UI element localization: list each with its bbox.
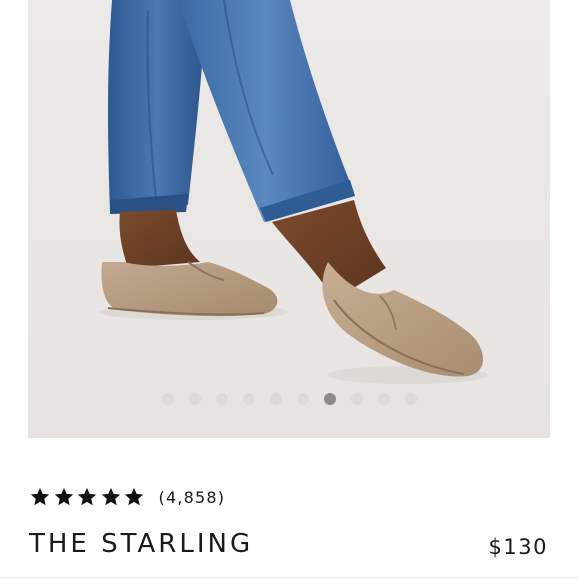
- product-image[interactable]: [28, 0, 550, 438]
- carousel-dot[interactable]: [350, 393, 363, 405]
- product-card: (4,858) THE STARLING $130: [0, 0, 578, 580]
- star-icon: [101, 487, 120, 506]
- loafer-photo-illustration: [28, 0, 550, 438]
- carousel-dot[interactable]: [296, 393, 309, 405]
- star-icon: [124, 487, 144, 506]
- carousel-dot[interactable]: [377, 393, 390, 405]
- star-icon: [54, 487, 73, 506]
- product-rating[interactable]: (4,858): [29, 484, 225, 510]
- star-icon: [77, 487, 97, 506]
- carousel-dot-active[interactable]: [323, 393, 336, 405]
- carousel-dot[interactable]: [215, 393, 228, 405]
- carousel-indicator: [28, 393, 550, 407]
- product-price: $130: [488, 535, 548, 559]
- carousel-dot[interactable]: [404, 393, 417, 405]
- carousel-dot[interactable]: [188, 393, 201, 405]
- carousel-dot[interactable]: [269, 393, 282, 405]
- divider: [0, 577, 578, 578]
- carousel-dot[interactable]: [242, 393, 255, 405]
- review-count[interactable]: (4,858): [159, 488, 226, 507]
- product-title[interactable]: THE STARLING: [29, 529, 253, 559]
- star-icon: [30, 487, 50, 506]
- carousel-dot[interactable]: [161, 393, 174, 405]
